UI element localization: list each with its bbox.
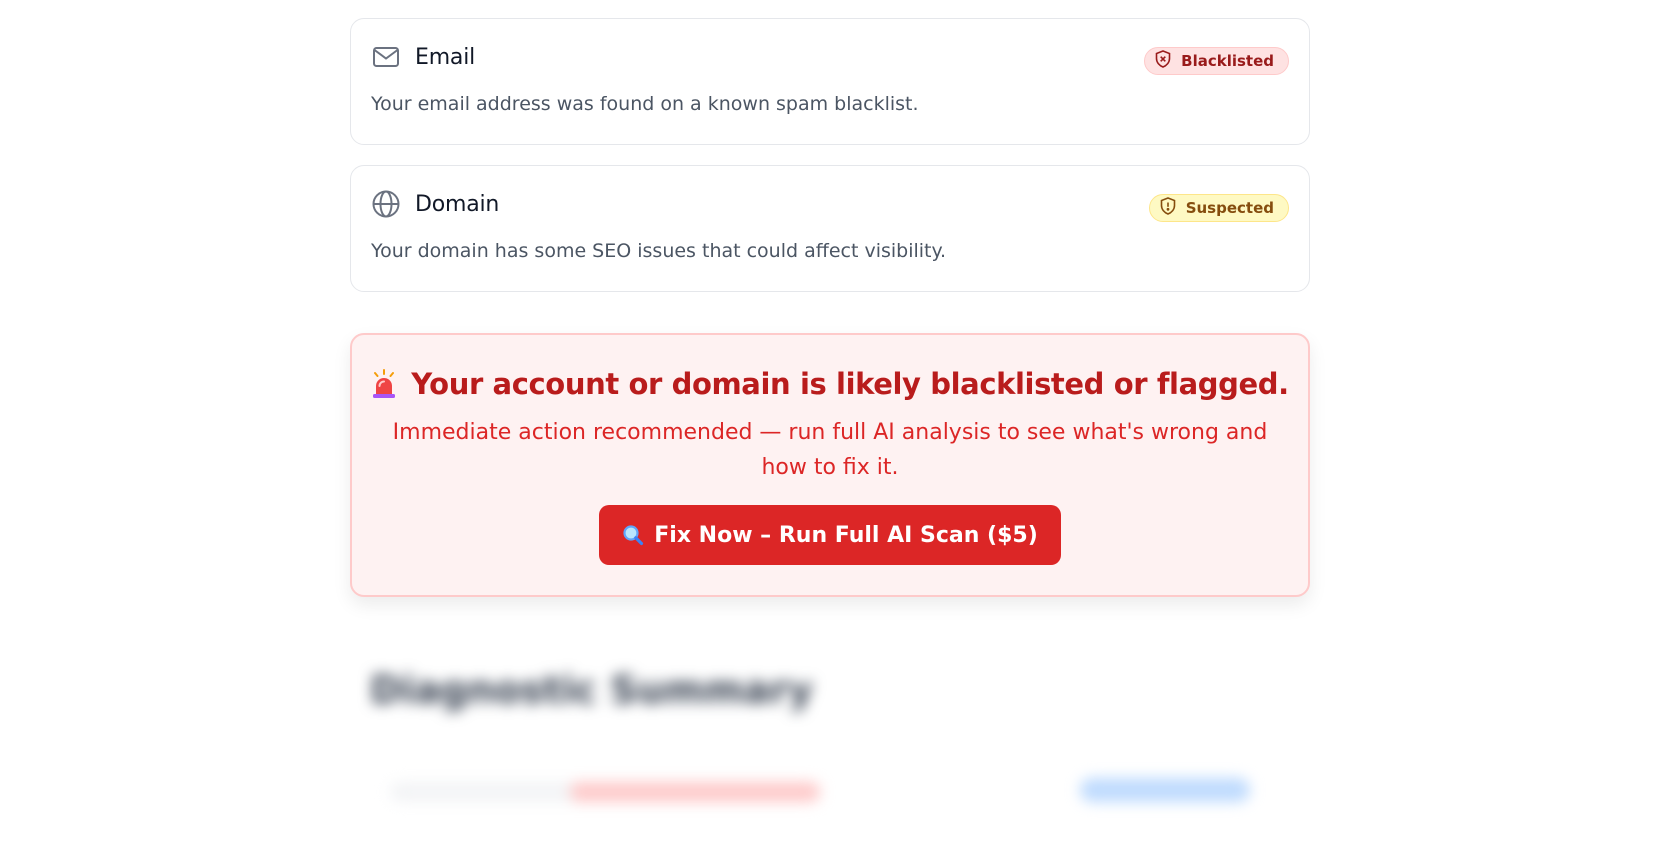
shield-alert-icon: [1160, 197, 1186, 219]
magnifier-icon: [622, 524, 644, 546]
blacklist-alert-panel: Your account or domain is likely blackli…: [350, 333, 1310, 597]
blurred-section-title: Diagnostic Summary: [370, 668, 813, 712]
blurred-locked-section: Diagnostic Summary: [350, 650, 1310, 850]
email-check-description: Your email address was found on a known …: [371, 93, 919, 115]
blurred-placeholder: [570, 782, 820, 802]
email-check-title: Email: [415, 44, 476, 70]
domain-check-title: Domain: [415, 191, 500, 217]
blacklisted-status-badge: Blacklisted: [1144, 47, 1289, 75]
alert-subtitle: Immediate action recommended — run full …: [392, 420, 1268, 480]
alert-title: Your account or domain is likely blackli…: [411, 367, 1289, 401]
shield-x-icon: [1155, 50, 1181, 72]
domain-check-description: Your domain has some SEO issues that cou…: [371, 240, 947, 262]
suspected-status-label: Suspected: [1185, 199, 1274, 217]
email-check-card: Email Blacklisted Your email address was…: [350, 18, 1310, 145]
globe-icon: [371, 189, 401, 219]
blacklisted-status-label: Blacklisted: [1181, 52, 1274, 70]
suspected-status-badge: Suspected: [1148, 194, 1289, 222]
mail-icon: [371, 42, 401, 72]
fix-now-button[interactable]: Fix Now – Run Full AI Scan ($5): [599, 505, 1061, 565]
blurred-placeholder: [1080, 778, 1250, 802]
siren-icon: [371, 369, 397, 399]
results-container: Email Blacklisted Your email address was…: [350, 18, 1310, 597]
domain-check-card: Domain Suspected Your domain has some SE…: [350, 165, 1310, 292]
fix-now-button-label: Fix Now – Run Full AI Scan ($5): [654, 522, 1038, 548]
